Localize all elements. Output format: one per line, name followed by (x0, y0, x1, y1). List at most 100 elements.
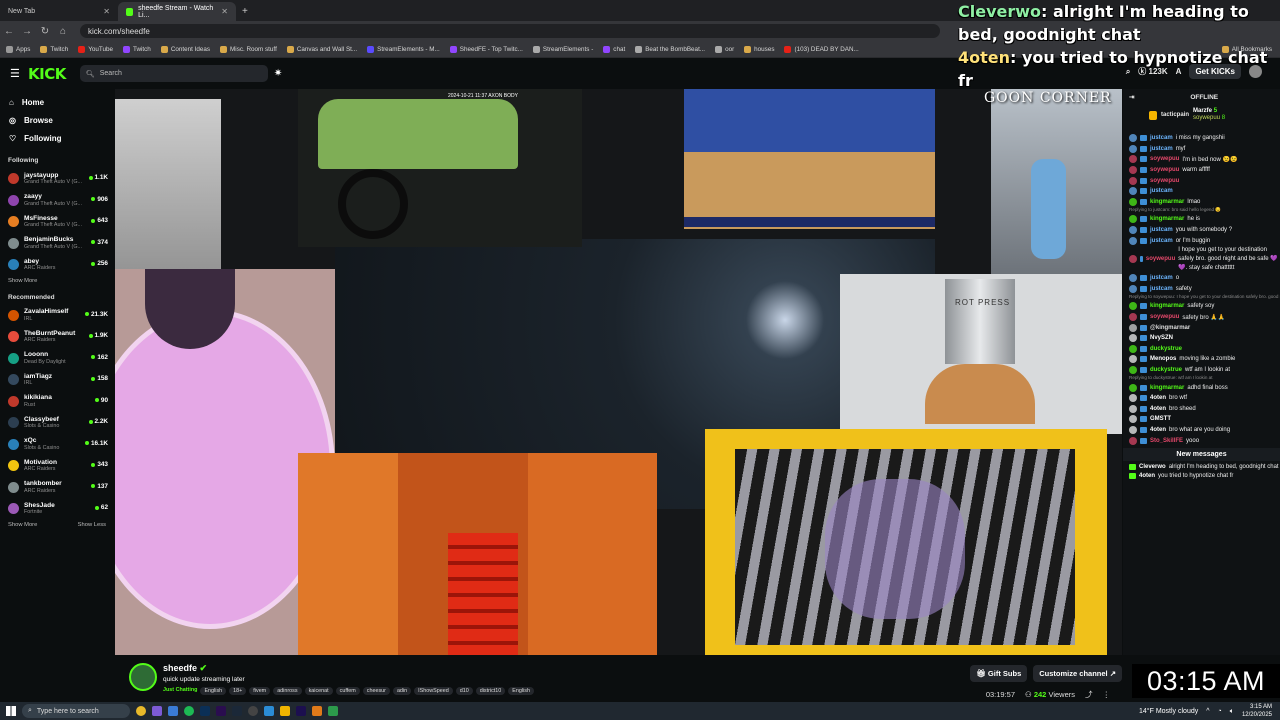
stream-tag[interactable]: d10 (455, 687, 473, 695)
stream-tag[interactable]: English (508, 687, 534, 695)
bookmark[interactable]: Twitch (122, 45, 151, 53)
category-link[interactable]: Just Chatting (163, 687, 197, 695)
chat-message[interactable]: kingmarmar lmao (1123, 197, 1280, 208)
tray-arrow-icon[interactable]: ^ (1206, 708, 1209, 715)
chat-message[interactable]: 4oten bro what are you doing (1123, 425, 1280, 436)
steam-icon[interactable] (232, 706, 242, 716)
spotify-icon[interactable] (184, 706, 194, 716)
chat-message[interactable]: Sto_SkillFE yooo (1123, 435, 1280, 446)
chat-message[interactable]: justcam safety (1123, 284, 1280, 295)
stream-tag[interactable]: IShowSpeed (414, 687, 453, 695)
chat-message[interactable]: kingmarmar safety soy (1123, 301, 1280, 312)
chat-message[interactable]: soywepuu I'm in bed now 😉😉 (1123, 154, 1280, 165)
collapse-chat-icon[interactable]: ⇥ (1129, 93, 1134, 101)
chat-username[interactable]: soywepuu (1150, 178, 1179, 184)
weather-widget[interactable]: 14°F Mostly cloudy (1139, 708, 1198, 715)
chat-username[interactable]: Sto_SkillFE (1150, 438, 1183, 444)
sidebar-channel[interactable]: jaystayupp Grand Theft Auto V (G... 1.1K (0, 168, 114, 190)
chat-message[interactable]: Cleverwo alright I'm heading to bed, good… (1123, 463, 1280, 472)
chat-message[interactable]: justcam you with somebody ? (1123, 225, 1280, 236)
menu-icon[interactable]: ☰ (10, 67, 20, 80)
chat-username[interactable]: soywepuu (1150, 156, 1179, 162)
app-icon[interactable] (264, 706, 274, 716)
new-messages-button[interactable]: New messages (1123, 447, 1280, 461)
app-icon[interactable] (312, 706, 322, 716)
chat-username[interactable]: Menopos (1150, 356, 1176, 362)
chat-username[interactable]: justcam (1150, 188, 1173, 194)
bookmark[interactable]: StreamElements - (532, 45, 593, 53)
chat-username[interactable]: justcam (1150, 275, 1173, 281)
chat-message[interactable]: 4oten you tried to hypnotize chat fr (1123, 472, 1280, 481)
chat-message[interactable]: 4oten bro wtf (1123, 393, 1280, 404)
app-icon[interactable] (152, 706, 162, 716)
show-more-following[interactable]: Show More (0, 278, 114, 284)
app-icon[interactable] (280, 706, 290, 716)
volume-icon[interactable]: 🔈︎ (1230, 708, 1234, 716)
chat-message[interactable]: justcam o (1123, 273, 1280, 284)
chat-message[interactable]: justcam (1123, 186, 1280, 197)
forward-icon[interactable]: → (18, 26, 36, 37)
sidebar-channel[interactable]: Looonn Dead By Daylight 162 (0, 348, 114, 370)
chat-username[interactable]: soywepuu (1150, 167, 1179, 173)
taskbar-clock[interactable]: 3:15 AM 12/20/2025 (1242, 704, 1272, 719)
chat-username[interactable]: justcam (1150, 227, 1173, 233)
app-icon[interactable] (168, 706, 178, 716)
chat-message[interactable]: NvySZN (1123, 333, 1280, 344)
chat-message[interactable]: 4oten bro sheed (1123, 403, 1280, 414)
chat-username[interactable]: duckystrue (1150, 367, 1182, 373)
chat-message[interactable]: soywepuu safety bro 🙏🙏 (1123, 312, 1280, 323)
chat-username[interactable]: kingmarmar (1150, 199, 1184, 205)
search-input[interactable]: 🔍︎ Search (79, 65, 268, 82)
obs-icon[interactable] (248, 706, 258, 716)
bookmark[interactable]: Misc. Room stuff (220, 45, 277, 53)
bookmark[interactable]: Beat the BombBeat... (635, 45, 705, 53)
sidebar-channel[interactable]: iamTiagz IRL 158 (0, 369, 114, 391)
more-options-icon[interactable]: ⋮ (1103, 690, 1111, 699)
bookmark[interactable]: StreamElements - M... (367, 45, 440, 53)
back-icon[interactable]: ← (0, 26, 18, 37)
chat-username[interactable]: 4oten (1150, 395, 1166, 401)
bookmark[interactable]: oor (715, 45, 734, 53)
sidebar-channel[interactable]: TheBurntPeanut ARC Raiders 1.9K (0, 326, 114, 348)
chat-message[interactable]: kingmarmar he is (1123, 214, 1280, 225)
chat-username[interactable]: justcam (1150, 238, 1173, 244)
chat-message[interactable]: GMSTT (1123, 414, 1280, 425)
stream-tag[interactable]: kaicenat (304, 687, 333, 695)
chat-message[interactable]: duckystrue (1123, 344, 1280, 355)
chat-username[interactable]: kingmarmar (1150, 216, 1184, 222)
sidebar-channel[interactable]: zaayy Grand Theft Auto V (G... 906 (0, 190, 114, 212)
video-player[interactable]: 2024-10-21 11:37 AXON BODY ROT PRESS VJ (115, 89, 1122, 655)
nav-home[interactable]: ⌂ Home (0, 93, 114, 111)
chat-username[interactable]: justcam (1150, 286, 1173, 292)
close-icon[interactable]: ✕ (103, 7, 110, 16)
bookmark-apps[interactable]: Apps (6, 45, 30, 53)
url-input[interactable]: kick.com/sheedfe (80, 24, 940, 38)
nav-following[interactable]: ♡ Following (0, 129, 114, 147)
chat-message[interactable]: duckystrue wtf am I lookin at (1123, 365, 1280, 376)
customize-channel-button[interactable]: Customize channel ↗ (1033, 665, 1122, 682)
chat-message[interactable]: justcam i miss my gangshii (1123, 133, 1280, 144)
gift-subs-button[interactable]: 🎁︎ Gift Subs (970, 665, 1028, 682)
chrome-icon[interactable] (136, 706, 146, 716)
streamer-avatar[interactable] (129, 663, 157, 691)
close-icon[interactable]: ✕ (221, 7, 228, 16)
stream-tag[interactable]: adinross (273, 687, 302, 695)
show-less-button[interactable]: Show Less (78, 522, 106, 528)
sidebar-channel[interactable]: MsFinesse Grand Theft Auto V (G... 643 (0, 211, 114, 233)
nav-browse[interactable]: ◎ Browse (0, 111, 114, 129)
chat-username[interactable]: kingmarmar (1150, 303, 1184, 309)
chat-message[interactable]: soywepuu (1123, 175, 1280, 186)
windows-start-icon[interactable] (6, 706, 16, 716)
stream-tag[interactable]: 18+ (229, 687, 247, 695)
home-icon[interactable]: ⌂ (54, 26, 72, 37)
bookmark[interactable]: Canvas and Wall St... (286, 45, 357, 53)
aftereffects-icon[interactable] (296, 706, 306, 716)
chat-username[interactable]: NvySZN (1150, 335, 1173, 341)
kick-logo[interactable]: KICK (28, 65, 66, 83)
chat-message[interactable]: @kingmarmar (1123, 322, 1280, 333)
pinned-message[interactable]: tacticpain Marzfe 5 soywepuu 8 (1123, 105, 1280, 125)
browser-tab-newtab[interactable]: New Tab ✕ (0, 2, 118, 21)
sidebar-channel[interactable]: abey ARC Raiders 256 (0, 254, 114, 276)
browser-tab-active[interactable]: sheedfe Stream - Watch Li... ✕ (118, 2, 236, 21)
chat-username[interactable]: 4oten (1139, 472, 1155, 481)
